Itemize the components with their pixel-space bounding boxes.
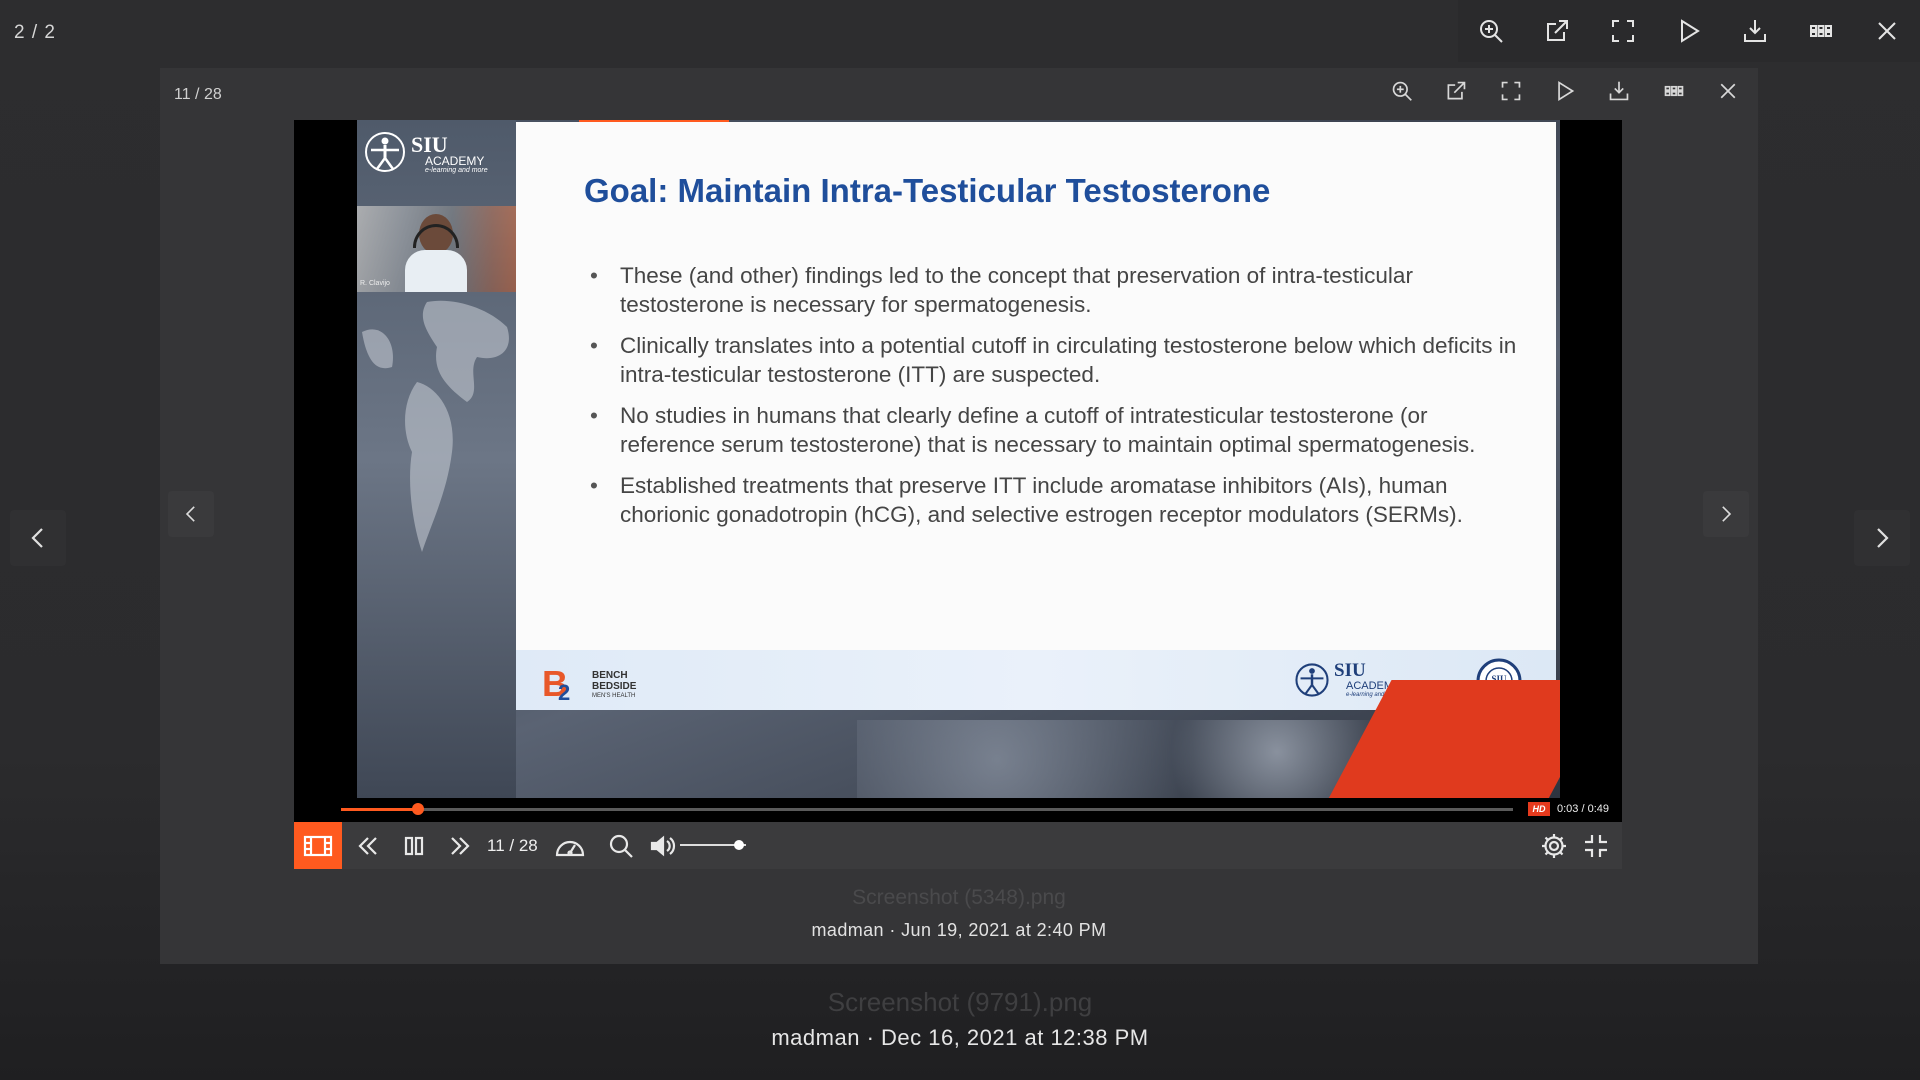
footer-brand: SIU [1334,660,1366,681]
grid-icon[interactable] [1660,77,1688,105]
playback-speed-icon[interactable] [552,822,588,869]
close-icon[interactable] [1870,14,1904,48]
zoom-in-icon[interactable] [1474,14,1508,48]
b2b-line2: BEDSIDE [592,681,637,692]
slide-bullet: These (and other) findings led to the co… [588,262,1518,319]
bench-bedside-logo: B2 BENCH BEDSIDE MEN'S HEALTH [540,660,660,704]
svg-text:2: 2 [558,680,570,704]
inner-previous-button[interactable] [168,491,214,537]
inner-next-button[interactable] [1703,491,1749,537]
siu-academy-logo: SIU ACADEMY e-learning and more [363,130,513,174]
previous-slide-button[interactable] [352,822,384,869]
inner-image-filename: Screenshot (5348).png [852,886,1066,909]
slide-bullet: Clinically translates into a potential c… [588,332,1518,389]
inner-viewer-toolbar [1375,70,1755,112]
b2b-line1: BENCH [592,670,628,681]
search-icon[interactable] [606,822,636,869]
next-image-button[interactable] [1854,510,1910,566]
fullscreen-icon[interactable] [1606,14,1640,48]
b2b-line3: MEN'S HEALTH [592,693,636,699]
brand-tag: e-learning and more [425,167,488,174]
inner-image-meta: madman · Jun 19, 2021 at 2:40 PM [811,920,1107,940]
presenter-body [405,250,467,292]
slide-title: Goal: Maintain Intra-Testicular Testoste… [584,172,1271,209]
exit-fullscreen-icon[interactable] [1580,822,1612,869]
pause-button[interactable] [398,822,430,869]
settings-gear-icon[interactable] [1538,822,1570,869]
viewer-toolbar [1458,0,1920,62]
zoom-in-icon[interactable] [1388,77,1416,105]
presenter-panel: SIU ACADEMY e-learning and more R. Clavi… [357,120,516,798]
presenter-name: R. Clavijo [360,280,390,287]
open-external-icon[interactable] [1442,77,1470,105]
grid-icon[interactable] [1804,14,1838,48]
inner-image-counter: 11 / 28 [174,86,222,103]
next-slide-button[interactable] [444,822,476,869]
video-frame[interactable]: SIU ACADEMY e-learning and more R. Clavi… [357,120,1560,798]
slide-counter: 11 / 28 [487,836,538,855]
presentation-slide: Goal: Maintain Intra-Testicular Testoste… [516,122,1556,710]
slides-toggle-button[interactable] [294,822,342,869]
brand-sub: ACADEMY [425,154,485,168]
download-icon[interactable] [1605,77,1633,105]
play-icon[interactable] [1672,14,1706,48]
progress-fill [341,808,419,811]
volume-icon[interactable] [648,822,678,869]
slide-bullet: Established treatments that preserve ITT… [588,472,1518,529]
slide-bullets: These (and other) findings led to the co… [588,262,1518,542]
presenter-webcam: R. Clavijo [357,206,516,292]
open-external-icon[interactable] [1540,14,1574,48]
vitruvian-icon [1295,663,1329,697]
image-meta: madman · Dec 16, 2021 at 12:38 PM [771,1025,1149,1050]
image-filename: Screenshot (9791).png [827,987,1093,1017]
close-icon[interactable] [1714,77,1742,105]
progress-track[interactable] [341,808,1513,811]
vitruvian-icon [365,132,405,172]
b2b-icon: B2 [542,663,570,704]
world-map-graphic [362,300,509,552]
slide-bullet: No studies in humans that clearly define… [588,402,1518,459]
image-counter: 2 / 2 [14,22,56,43]
play-icon[interactable] [1551,77,1579,105]
fullscreen-icon[interactable] [1497,77,1525,105]
download-icon[interactable] [1738,14,1772,48]
previous-image-button[interactable] [10,510,66,566]
hd-badge[interactable]: HD [1528,802,1550,816]
time-display: 0:03 / 0:49 [1557,803,1609,815]
